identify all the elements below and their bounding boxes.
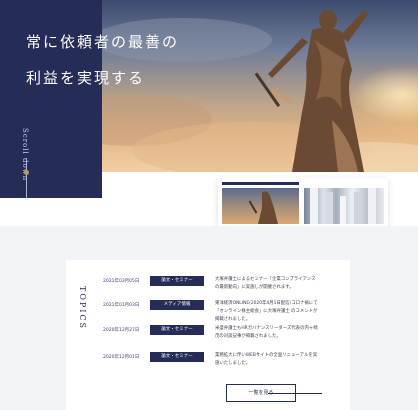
topic-category-badge[interactable]: 論文・セミナー — [150, 352, 204, 362]
topic-date: 2021年01月03日 — [103, 303, 140, 308]
topic-date: 2021年03月05日 — [103, 279, 140, 284]
thumbnail-columns-image — [310, 188, 376, 224]
topic-text[interactable]: 米盛弁護士もHRガバナンスリーダーズ代表の内ヶ崎茂の対談記事が掲載されました。 — [215, 325, 319, 341]
scroll-line — [26, 158, 27, 198]
thumbnail-statue-image — [248, 191, 278, 224]
topic-item[interactable]: 2021年03月05日 論文・セミナー 大塚弁護士によるセミナー「企業コンプライ… — [103, 276, 315, 300]
topic-item[interactable]: 2020年12月27日 論文・セミナー 米盛弁護士もHRガバナンスリーダーズ代表… — [103, 325, 318, 349]
arrow-line-icon — [268, 393, 322, 394]
hero-headline: 常に依頼者の最善の 利益を実現する — [26, 24, 216, 96]
topics-title: TOPICS — [78, 286, 87, 331]
topic-text[interactable]: 業務拡大に伴いWEBサイトの全面リニューアルを実施いたしました。 — [215, 352, 319, 368]
headline-line-2: 利益を実現する — [26, 69, 146, 87]
topic-text[interactable]: 東洋経済ONLINE(2020年4月1日配信)コロナ禍にて「オンライン株主総会」… — [215, 300, 319, 324]
topic-item[interactable]: 2021年01月03日 メディア情報 東洋経済ONLINE(2020年4月1日配… — [103, 300, 318, 324]
slide-thumbnail-1[interactable] — [222, 188, 299, 224]
topic-text[interactable]: 大塚弁護士によるセミナー「企業コンプライアンスの最新動向」に実施しが開催されます… — [215, 276, 319, 292]
topic-date: 2020年12月27日 — [103, 328, 140, 333]
topic-item[interactable]: 2020年12月01日 論文・セミナー 業務拡大に伴いWEBサイトの全面リニュー… — [103, 352, 317, 376]
active-slide-indicator — [222, 182, 299, 185]
hero: 常に依頼者の最善の 利益を実現する Scroll down — [0, 0, 418, 198]
topic-category-badge[interactable]: 論文・セミナー — [150, 276, 204, 286]
topic-date: 2020年12月01日 — [103, 355, 140, 360]
topic-category-badge[interactable]: 論文・セミナー — [150, 325, 204, 335]
scroll-indicator-dot — [24, 170, 29, 175]
topic-category-badge[interactable]: メディア情報 — [150, 300, 204, 310]
headline-line-1: 常に依頼者の最善の — [26, 33, 180, 51]
slide-thumbnail-2[interactable] — [304, 188, 384, 224]
